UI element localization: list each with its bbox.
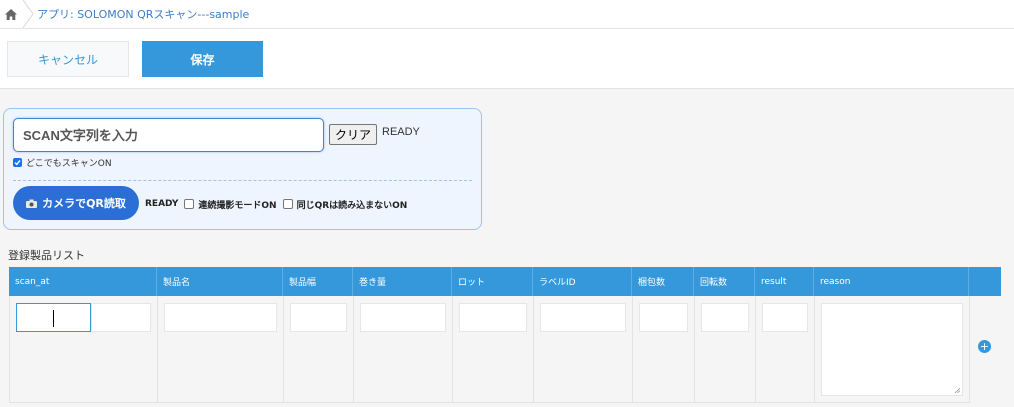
scan-panel: クリア READY どこでもスキャンON カメラでQR読取 READY 連続撮影… bbox=[3, 108, 482, 230]
product-width-input[interactable] bbox=[290, 303, 347, 332]
camera-icon bbox=[26, 199, 38, 208]
result-cell bbox=[756, 296, 815, 402]
column-header: 梱包数 bbox=[632, 267, 694, 296]
column-header: 製品幅 bbox=[283, 267, 353, 296]
continuous-mode-label: 連続撮影モードON bbox=[198, 200, 277, 211]
breadcrumb-bar: アプリ: SOLOMON QRスキャン---sample bbox=[0, 0, 1014, 29]
camera-status: READY bbox=[145, 199, 179, 209]
save-button[interactable]: 保存 bbox=[142, 41, 263, 77]
add-row-column: + bbox=[969, 296, 1001, 403]
anywhere-scan-label: どこでもスキャンON bbox=[26, 158, 112, 169]
checkbox-checked-icon[interactable] bbox=[13, 157, 22, 167]
camera-qr-button[interactable]: カメラでQR読取 bbox=[13, 186, 139, 220]
action-bar: キャンセル 保存 bbox=[0, 29, 1014, 89]
package-count-input[interactable] bbox=[639, 303, 688, 332]
table-header: scan_at 製品名 製品幅 巻き量 ロット ラベルID 梱包数 回転数 re… bbox=[9, 267, 1001, 296]
column-header: ロット bbox=[452, 267, 533, 296]
product-table: scan_at 製品名 製品幅 巻き量 ロット ラベルID 梱包数 回転数 re… bbox=[9, 267, 1001, 403]
label-id-input[interactable] bbox=[540, 303, 626, 332]
add-row-icon[interactable]: + bbox=[978, 340, 991, 353]
scan-at-time-input[interactable] bbox=[91, 303, 151, 332]
cancel-button[interactable]: キャンセル bbox=[7, 41, 129, 77]
clear-button[interactable]: クリア bbox=[329, 124, 377, 145]
continuous-mode-toggle[interactable]: 連続撮影モードON bbox=[184, 198, 277, 211]
rotation-count-input[interactable] bbox=[701, 303, 749, 332]
add-column-header bbox=[969, 267, 1001, 296]
checkbox-empty-icon[interactable] bbox=[282, 199, 293, 209]
breadcrumb-separator bbox=[22, 0, 34, 28]
scan-input[interactable] bbox=[13, 118, 324, 152]
table-row bbox=[9, 296, 970, 403]
anywhere-scan-toggle[interactable]: どこでもスキャンON bbox=[13, 156, 112, 169]
skip-same-qr-label: 同じQRは読み込まないON bbox=[296, 200, 408, 211]
resize-handle-icon[interactable] bbox=[954, 387, 960, 393]
product-name-cell bbox=[158, 296, 284, 402]
package-count-cell bbox=[633, 296, 695, 402]
roll-amount-cell bbox=[354, 296, 453, 402]
product-name-input[interactable] bbox=[164, 303, 277, 332]
lot-cell bbox=[453, 296, 534, 402]
column-header: 巻き量 bbox=[353, 267, 452, 296]
reason-textarea[interactable] bbox=[821, 303, 963, 396]
product-width-cell bbox=[284, 296, 354, 402]
column-header: reason bbox=[814, 267, 969, 296]
camera-button-label: カメラでQR読取 bbox=[42, 197, 126, 210]
rotation-count-cell bbox=[695, 296, 756, 402]
scan-status: READY bbox=[382, 126, 420, 138]
scan-at-date-input[interactable] bbox=[16, 303, 91, 332]
column-header: scan_at bbox=[9, 267, 157, 296]
breadcrumb-app-link[interactable]: アプリ: SOLOMON QRスキャン---sample bbox=[37, 6, 249, 22]
reason-cell bbox=[815, 296, 970, 402]
camera-options: READY 連続撮影モードON 同じQRは読み込まないON bbox=[145, 198, 408, 211]
divider bbox=[13, 180, 472, 181]
lot-input[interactable] bbox=[459, 303, 527, 332]
text-caret bbox=[53, 310, 54, 327]
column-header: 回転数 bbox=[694, 267, 755, 296]
label-id-cell bbox=[534, 296, 633, 402]
checkbox-empty-icon[interactable] bbox=[184, 199, 195, 209]
home-icon[interactable] bbox=[0, 0, 22, 28]
column-header: ラベルID bbox=[533, 267, 632, 296]
column-header: result bbox=[755, 267, 814, 296]
list-title: 登録製品リスト bbox=[8, 249, 85, 262]
scan-at-cell bbox=[10, 296, 158, 402]
column-header: 製品名 bbox=[157, 267, 283, 296]
roll-amount-input[interactable] bbox=[360, 303, 446, 332]
skip-same-qr-toggle[interactable]: 同じQRは読み込まないON bbox=[282, 198, 408, 211]
result-input[interactable] bbox=[762, 303, 808, 332]
